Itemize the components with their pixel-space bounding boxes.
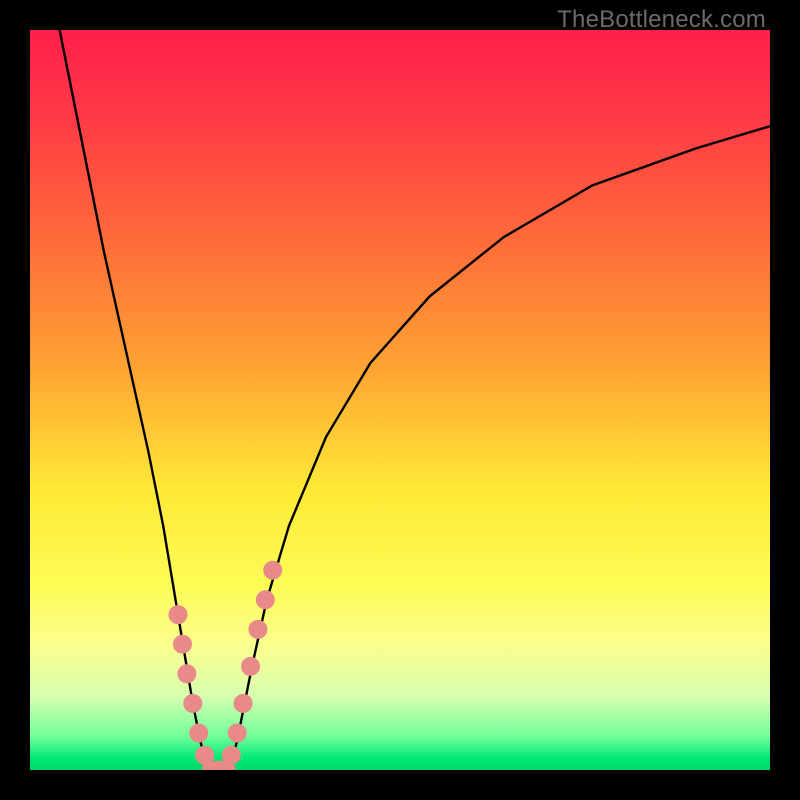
curve-layer — [30, 30, 770, 770]
highlight-dot — [256, 591, 274, 609]
highlight-markers — [169, 561, 282, 770]
highlight-dot — [184, 694, 202, 712]
highlight-dot — [190, 724, 208, 742]
curve-right-branch — [230, 126, 770, 770]
highlight-dot — [173, 635, 191, 653]
curve-left-branch — [60, 30, 208, 770]
highlight-dot — [234, 694, 252, 712]
highlight-dot — [178, 665, 196, 683]
highlight-dot — [228, 724, 246, 742]
plot-area — [30, 30, 770, 770]
highlight-dot — [242, 657, 260, 675]
highlight-dot — [249, 620, 267, 638]
chart-frame: TheBottleneck.com — [0, 0, 800, 800]
highlight-dot — [222, 746, 240, 764]
highlight-dot — [264, 561, 282, 579]
highlight-dot — [169, 606, 187, 624]
